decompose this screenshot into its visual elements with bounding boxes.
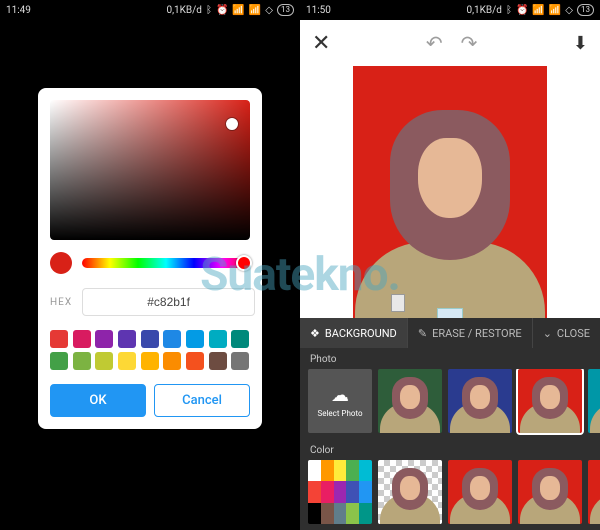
phone-screenshot-left: 11:49 0,1KB/d ᛒ ⏰ 📶 📶 ◇ 13 bbox=[0, 0, 300, 530]
swatch[interactable] bbox=[209, 352, 227, 370]
hex-label: HEX bbox=[50, 297, 72, 308]
subject-badge bbox=[391, 294, 405, 312]
editor-toolbar: ✕ ↶ ↷ ⬇︎ bbox=[300, 20, 600, 66]
signal-icon: 📶 bbox=[532, 5, 544, 16]
color-thumbnails bbox=[300, 460, 600, 530]
layers-icon: ❖ bbox=[310, 327, 320, 340]
saturation-value-area[interactable] bbox=[50, 100, 250, 240]
photo-preview bbox=[353, 66, 547, 352]
color-grid-thumb[interactable] bbox=[308, 460, 372, 524]
battery-icon: 13 bbox=[577, 4, 594, 16]
bottom-panel: ❖ BACKGROUND ✎ ERASE / RESTORE ⌄ CLOSE P… bbox=[300, 318, 600, 530]
swatch[interactable] bbox=[163, 330, 181, 348]
color-bg-thumb[interactable] bbox=[448, 460, 512, 524]
brush-icon: ✎ bbox=[418, 327, 427, 340]
photo-bg-thumb[interactable] bbox=[378, 369, 442, 433]
hex-input[interactable] bbox=[82, 288, 255, 316]
bluetooth-icon: ᛒ bbox=[206, 5, 212, 16]
panel-tabs: ❖ BACKGROUND ✎ ERASE / RESTORE ⌄ CLOSE bbox=[300, 318, 600, 348]
swatch[interactable] bbox=[186, 330, 204, 348]
swatch[interactable] bbox=[95, 330, 113, 348]
status-time: 11:50 bbox=[306, 5, 331, 16]
swatch[interactable] bbox=[50, 330, 68, 348]
photo-bg-thumb[interactable] bbox=[588, 369, 600, 433]
status-bar: 11:50 0,1KB/d ᛒ ⏰ 📶 📶 ◇ 13 bbox=[300, 0, 600, 20]
select-photo-button[interactable]: ☁ Select Photo bbox=[308, 369, 372, 433]
close-icon[interactable]: ✕ bbox=[312, 31, 330, 56]
download-icon[interactable]: ⬇︎ bbox=[573, 33, 588, 54]
color-preview-dot bbox=[50, 252, 72, 274]
bluetooth-icon: ᛒ bbox=[506, 5, 512, 16]
section-label-color: Color bbox=[310, 445, 590, 456]
swatch[interactable] bbox=[141, 352, 159, 370]
color-bg-thumb[interactable] bbox=[588, 460, 600, 524]
swatch[interactable] bbox=[95, 352, 113, 370]
cancel-button[interactable]: Cancel bbox=[154, 384, 250, 417]
ok-button[interactable]: OK bbox=[50, 384, 146, 417]
swatch[interactable] bbox=[186, 352, 204, 370]
tab-erase-restore[interactable]: ✎ ERASE / RESTORE bbox=[407, 318, 533, 348]
status-time: 11:49 bbox=[6, 5, 31, 16]
swatch[interactable] bbox=[231, 330, 249, 348]
swatch[interactable] bbox=[73, 330, 91, 348]
phone-screenshot-right: 11:50 0,1KB/d ᛒ ⏰ 📶 📶 ◇ 13 ✕ ↶ ↷ ⬇︎ bbox=[300, 0, 600, 530]
transparent-thumb[interactable] bbox=[378, 460, 442, 524]
cloud-upload-icon: ☁ bbox=[331, 385, 349, 406]
color-bg-thumb[interactable] bbox=[518, 460, 582, 524]
wifi-icon: ◇ bbox=[565, 5, 573, 16]
signal-icon: 📶 bbox=[249, 5, 261, 16]
swatch[interactable] bbox=[118, 330, 136, 348]
hue-slider[interactable] bbox=[82, 258, 250, 268]
color-picker-dialog: HEX OK Cancel bbox=[38, 88, 262, 429]
preset-swatches bbox=[50, 330, 250, 370]
section-label-photo: Photo bbox=[310, 354, 590, 365]
wifi-icon: ◇ bbox=[265, 5, 273, 16]
undo-icon[interactable]: ↶ bbox=[426, 31, 443, 55]
photo-thumbnails: ☁ Select Photo bbox=[300, 369, 600, 439]
swatch[interactable] bbox=[50, 352, 68, 370]
swatch[interactable] bbox=[231, 352, 249, 370]
alarm-icon: ⏰ bbox=[516, 5, 528, 16]
swatch[interactable] bbox=[209, 330, 227, 348]
status-bar: 11:49 0,1KB/d ᛒ ⏰ 📶 📶 ◇ 13 bbox=[0, 0, 300, 20]
sv-cursor[interactable] bbox=[226, 118, 238, 130]
signal-icon: 📶 bbox=[549, 5, 561, 16]
subject-face bbox=[418, 138, 482, 218]
photo-bg-thumb[interactable] bbox=[448, 369, 512, 433]
editor-canvas[interactable] bbox=[300, 66, 600, 356]
swatch[interactable] bbox=[118, 352, 136, 370]
alarm-icon: ⏰ bbox=[216, 5, 228, 16]
swatch[interactable] bbox=[163, 352, 181, 370]
status-net: 0,1KB/d bbox=[466, 5, 501, 16]
signal-icon: 📶 bbox=[232, 5, 244, 16]
battery-icon: 13 bbox=[277, 4, 294, 16]
tab-close[interactable]: ⌄ CLOSE bbox=[533, 318, 600, 348]
status-net: 0,1KB/d bbox=[166, 5, 201, 16]
hue-cursor[interactable] bbox=[236, 255, 252, 271]
photo-bg-thumb[interactable] bbox=[518, 369, 582, 433]
chevron-down-icon: ⌄ bbox=[543, 327, 552, 340]
swatch[interactable] bbox=[141, 330, 159, 348]
tab-background[interactable]: ❖ BACKGROUND bbox=[300, 318, 407, 348]
redo-icon[interactable]: ↷ bbox=[461, 31, 478, 55]
swatch[interactable] bbox=[73, 352, 91, 370]
